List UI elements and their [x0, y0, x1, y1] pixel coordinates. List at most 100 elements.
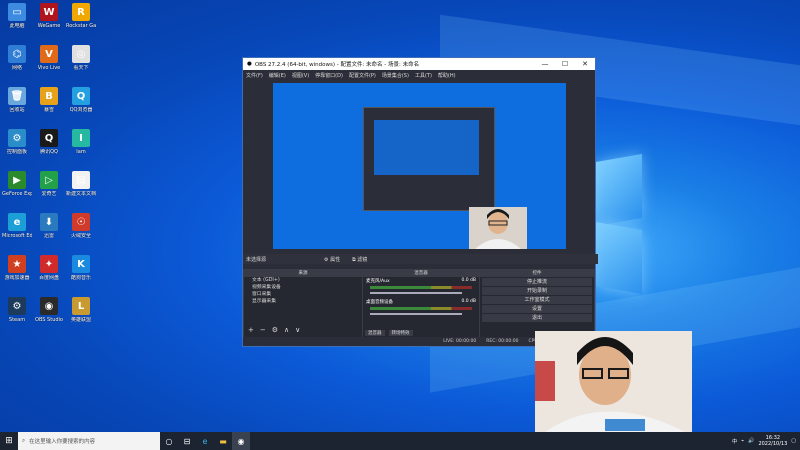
desktop-icon[interactable]: ⚙ Steam: [2, 297, 32, 323]
menu-item[interactable]: 工具(T): [415, 72, 432, 79]
obs-preview[interactable]: [273, 83, 566, 249]
desktop-icon-label: 看天下: [73, 65, 89, 71]
search-placeholder: 在这里输入你要搜索的内容: [29, 439, 96, 445]
desktop-icon-label: 控制面板: [6, 149, 27, 155]
tray-lang[interactable]: 中: [732, 438, 737, 445]
sources-dock: 来源 文本 (GDI+) 视频采集设备 窗口采集 显示器采集 + − ⚙ ∧ ∨: [243, 269, 363, 339]
task-view-icon[interactable]: ○: [160, 432, 178, 450]
app-icon: R: [72, 3, 90, 21]
mixer-channel-db: 0.0 dB: [461, 299, 476, 304]
mixer-channel: 桌面音频设备 0.0 dB: [363, 298, 479, 319]
desktop-icon[interactable]: ★ 游戏加速器: [2, 255, 32, 281]
source-item[interactable]: 显示器采集: [244, 298, 362, 305]
source-item[interactable]: 文本 (GDI+): [244, 277, 362, 284]
source-settings-icon[interactable]: ⚙: [272, 326, 278, 334]
close-icon[interactable]: ✕: [575, 60, 595, 68]
system-tray: 中 ⌁ 🔊 16:32 2022/10/13 ▢: [732, 432, 796, 450]
volume-slider[interactable]: [370, 313, 462, 315]
source-item[interactable]: 窗口采集: [244, 291, 362, 298]
desktop-icon[interactable]: K 酷狗音乐: [66, 255, 96, 281]
clock[interactable]: 16:32 2022/10/13: [758, 435, 787, 447]
app-icon: B: [40, 87, 58, 105]
desktop-icon[interactable]: ▷ 爱奇艺: [34, 171, 64, 197]
clock-date: 2022/10/13: [758, 441, 788, 447]
desktop-icon[interactable]: V Vivo Live: [34, 45, 64, 71]
desktop-icon-label: 英雄联盟: [70, 317, 91, 323]
preview-nested-obs: [363, 107, 495, 211]
mixer-tab[interactable]: 转场特效: [388, 330, 413, 336]
maximize-icon[interactable]: ☐: [555, 60, 575, 68]
menu-item[interactable]: 帮助(H): [438, 72, 456, 79]
desktop-icon[interactable]: ⚙ 控制面板: [2, 129, 32, 155]
desktop-icon-label: GeForce Experience: [2, 191, 32, 197]
minimize-icon[interactable]: —: [535, 60, 555, 68]
obs-taskbar-icon[interactable]: ◉: [232, 432, 250, 450]
mixer-tab[interactable]: 混音器: [365, 330, 385, 336]
desktop-icon[interactable]: ☉ 火绒安全: [66, 213, 96, 239]
menu-item[interactable]: 文件(F): [246, 72, 263, 79]
source-item[interactable]: 视频采集设备: [244, 284, 362, 291]
menu-item[interactable]: 视图(V): [292, 72, 309, 79]
volume-slider[interactable]: [370, 292, 462, 294]
app-icon: ▷: [40, 171, 58, 189]
control-button[interactable]: 工作室模式: [482, 296, 592, 304]
desktop-icon[interactable]: 🗑 回收站: [2, 87, 32, 113]
desktop-icon[interactable]: ◎ 看天下: [66, 45, 96, 71]
control-button[interactable]: 退出: [482, 314, 592, 322]
desktop-icon[interactable]: B 暴雪: [34, 87, 64, 113]
desktop-icon[interactable]: I Iam: [66, 129, 96, 155]
menu-item[interactable]: 场景集合(S): [382, 72, 409, 79]
properties-button[interactable]: ⚙ 属性: [324, 256, 340, 263]
notification-icon[interactable]: ▢: [791, 438, 796, 444]
menu-item[interactable]: 编辑(E): [269, 72, 286, 79]
desktop-icon[interactable]: Q QQ浏览器: [66, 87, 96, 113]
desktop-icon[interactable]: Q 腾讯QQ: [34, 129, 64, 155]
volume-meter: [370, 286, 472, 289]
controls-dock: 控件 停止推流 开始录制 工作室模式 设置 退出: [479, 269, 595, 339]
control-button[interactable]: 设置: [482, 305, 592, 313]
widgets-icon[interactable]: ⊟: [178, 432, 196, 450]
app-icon: ◎: [72, 45, 90, 63]
menu-item[interactable]: 停靠窗口(D): [315, 72, 343, 79]
mixer-channel-db: 0.0 dB: [461, 278, 476, 283]
desktop-icon[interactable]: ▭ 此电脑: [2, 3, 32, 29]
menu-item[interactable]: 配置文件(P): [349, 72, 376, 79]
move-up-icon[interactable]: ∧: [284, 326, 289, 334]
control-button[interactable]: 停止推流: [482, 278, 592, 286]
add-source-icon[interactable]: +: [248, 326, 254, 334]
obs-logo-icon: ●: [247, 61, 252, 67]
app-icon: V: [40, 45, 58, 63]
desktop-icon-label: 酷狗音乐: [70, 275, 91, 281]
sources-dock-title: 来源: [244, 270, 362, 277]
desktop-icon[interactable]: L 英雄联盟: [66, 297, 96, 323]
app-icon: ⚙: [8, 129, 26, 147]
network-icon[interactable]: ⌁: [741, 438, 744, 444]
remove-source-icon[interactable]: −: [260, 326, 266, 334]
file-explorer-icon[interactable]: ▬: [214, 432, 232, 450]
taskbar: ⊞ ⌕ 在这里输入你要搜索的内容 ○ ⊟ e ▬ ◉ 中 ⌁ 🔊 16:32 2…: [0, 432, 800, 450]
volume-icon[interactable]: 🔊: [748, 438, 754, 444]
desktop-icon[interactable]: ⬇ 迅雷: [34, 213, 64, 239]
desktop-icon[interactable]: R Rockstar Games: [66, 3, 96, 29]
desktop-icon-label: 游戏加速器: [4, 275, 30, 281]
taskbar-search[interactable]: ⌕ 在这里输入你要搜索的内容: [18, 432, 160, 450]
desktop-icon[interactable]: ▤ 新建文本文档: [66, 171, 96, 197]
desktop-icon[interactable]: ▶ GeForce Experience: [2, 171, 32, 197]
desktop-icon[interactable]: ✦ 百度网盘: [34, 255, 64, 281]
control-button[interactable]: 开始录制: [482, 287, 592, 295]
search-icon: ⌕: [22, 437, 26, 444]
move-down-icon[interactable]: ∨: [295, 326, 300, 334]
desktop-icon-label: Vivo Live: [37, 65, 61, 71]
app-icon: ⌬: [8, 45, 26, 63]
desktop-icon-label: 网络: [11, 65, 22, 71]
edge-icon[interactable]: e: [196, 432, 214, 450]
desktop-icon[interactable]: ◉ OBS Studio: [34, 297, 64, 323]
desktop-icon[interactable]: W WeGame: [34, 3, 64, 29]
filters-button[interactable]: ⧉ 滤镜: [352, 256, 367, 263]
app-icon: ☉: [72, 213, 90, 231]
desktop-icon[interactable]: e Microsoft Edge: [2, 213, 32, 239]
start-icon[interactable]: ⊞: [0, 432, 18, 450]
app-icon: ▤: [72, 171, 90, 189]
app-icon: ⚙: [8, 297, 26, 315]
desktop-icon[interactable]: ⌬ 网络: [2, 45, 32, 71]
